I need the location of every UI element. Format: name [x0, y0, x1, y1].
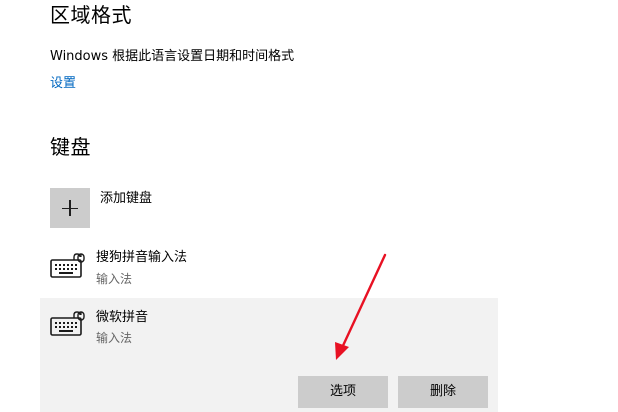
options-button[interactable]: 选项 [298, 376, 388, 408]
plus-icon [50, 188, 90, 228]
keyboard-item-microsoft-pinyin[interactable]: 微软拼音 输入法 选项 删除 [40, 298, 498, 412]
keyboard-heading: 键盘 [50, 135, 91, 159]
add-keyboard-button[interactable]: 添加键盘 [50, 188, 310, 230]
region-format-description: Windows 根据此语言设置日期和时间格式 [50, 49, 295, 64]
keyboard-icon [50, 311, 85, 336]
keyboard-item-sogou[interactable]: 搜狗拼音输入法 输入法 [40, 240, 498, 296]
add-keyboard-label: 添加键盘 [100, 191, 153, 206]
keyboard-icon [50, 253, 85, 278]
remove-button[interactable]: 删除 [398, 376, 488, 408]
keyboard-item-name: 搜狗拼音输入法 [96, 250, 188, 265]
keyboard-item-type: 输入法 [96, 331, 133, 345]
keyboard-item-type: 输入法 [96, 272, 133, 286]
region-format-settings-link[interactable]: 设置 [50, 75, 76, 93]
region-format-heading: 区域格式 [50, 3, 132, 27]
keyboard-item-name: 微软拼音 [96, 310, 149, 325]
